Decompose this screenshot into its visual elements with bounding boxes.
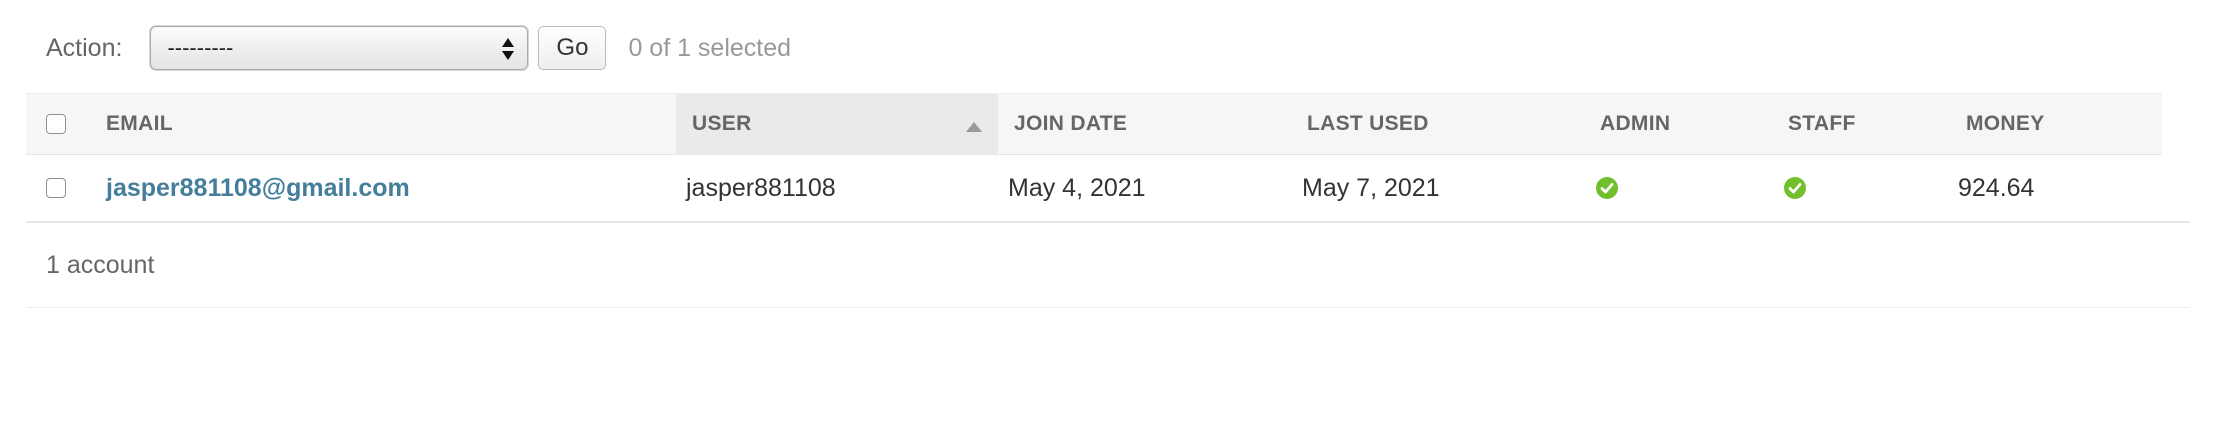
result-list: Email User Join date Last used Admin Sta… bbox=[26, 93, 2190, 308]
select-all-checkbox[interactable] bbox=[46, 114, 66, 134]
go-button[interactable]: Go bbox=[538, 26, 607, 70]
column-header-join-date[interactable]: Join date bbox=[998, 94, 1291, 154]
action-label: Action: bbox=[46, 33, 123, 62]
email-link[interactable]: jasper881108@gmail.com bbox=[106, 155, 410, 221]
changelist-page: Action: --------- Go 0 of 1 selected Ema… bbox=[0, 0, 2218, 442]
selection-counter: 0 of 1 selected bbox=[628, 33, 792, 62]
table-row: jasper881108@gmail.com jasper881108 May … bbox=[26, 155, 2190, 223]
last-used-cell: May 7, 2021 bbox=[1302, 173, 1440, 202]
column-header-money[interactable]: Money bbox=[1950, 94, 2162, 154]
action-select[interactable]: --------- bbox=[150, 26, 529, 70]
column-header-user-label: User bbox=[692, 112, 752, 135]
action-bar: Action: --------- Go 0 of 1 selected bbox=[46, 24, 791, 72]
admin-yes-icon bbox=[1596, 177, 1618, 199]
admin-cell bbox=[1596, 155, 1618, 221]
join-date-cell: May 4, 2021 bbox=[1008, 173, 1146, 202]
column-header-last-used[interactable]: Last used bbox=[1291, 94, 1584, 154]
action-select-value: --------- bbox=[167, 35, 234, 60]
result-count: 1 account bbox=[46, 250, 155, 279]
column-header-staff[interactable]: Staff bbox=[1772, 94, 1950, 154]
paginator: 1 account bbox=[26, 223, 2190, 308]
user-cell: jasper881108 bbox=[686, 173, 836, 202]
staff-cell bbox=[1784, 155, 1806, 221]
column-header-user[interactable]: User bbox=[676, 94, 998, 154]
select-arrows-icon bbox=[502, 38, 515, 60]
sort-ascending-icon[interactable] bbox=[966, 122, 982, 132]
table-header: Email User Join date Last used Admin Sta… bbox=[26, 93, 2162, 155]
staff-yes-icon bbox=[1784, 177, 1806, 199]
column-header-email[interactable]: Email bbox=[90, 94, 676, 154]
money-cell: 924.64 bbox=[1958, 173, 2035, 202]
row-select-checkbox[interactable] bbox=[46, 178, 66, 198]
column-header-admin[interactable]: Admin bbox=[1584, 94, 1772, 154]
